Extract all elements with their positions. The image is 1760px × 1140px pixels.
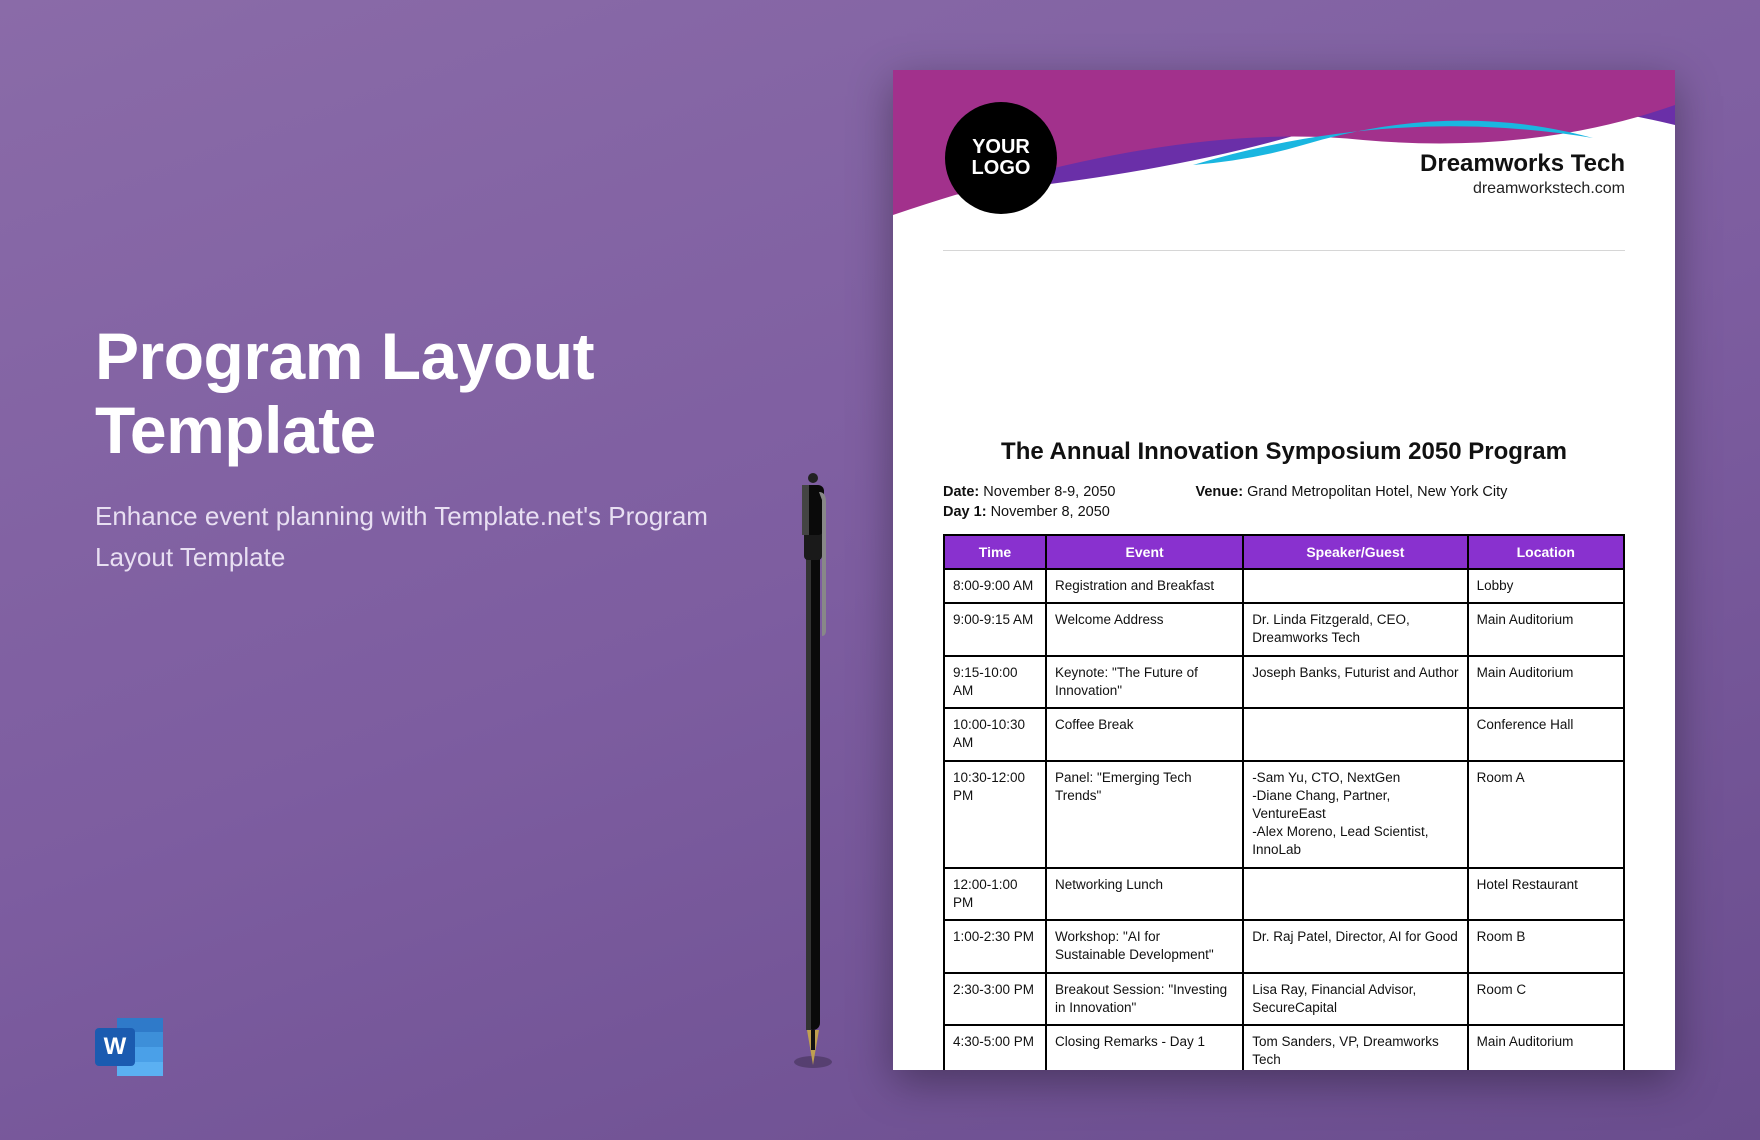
logo-placeholder: YOUR LOGO [945, 102, 1057, 214]
cell-location: Main Auditorium [1468, 1025, 1624, 1070]
cell-time: 10:00-10:30 AM [944, 708, 1046, 760]
cell-time: 8:00-9:00 AM [944, 569, 1046, 603]
cell-time: 2:30-3:00 PM [944, 973, 1046, 1025]
document-preview: YOUR LOGO Dreamworks Tech dreamworkstech… [893, 70, 1675, 1070]
svg-text:W: W [104, 1033, 127, 1060]
cell-speaker: -Sam Yu, CTO, NextGen -Diane Chang, Part… [1243, 761, 1467, 868]
cell-location: Conference Hall [1468, 708, 1624, 760]
th-time: Time [944, 535, 1046, 569]
table-row: 1:00-2:30 PMWorkshop: "AI for Sustainabl… [944, 920, 1624, 972]
meta-row-2: Day 1: November 8, 2050 [943, 504, 1625, 520]
date-label: Date: [943, 484, 979, 500]
header-divider [943, 250, 1625, 251]
th-location: Location [1468, 535, 1624, 569]
schedule-table: Time Event Speaker/Guest Location 8:00-9… [943, 534, 1625, 1070]
company-site: dreamworkstech.com [1420, 180, 1625, 198]
day-label: Day 1: [943, 504, 987, 520]
table-row: 2:30-3:00 PMBreakout Session: "Investing… [944, 973, 1624, 1025]
cell-speaker [1243, 868, 1467, 920]
cell-event: Networking Lunch [1046, 868, 1243, 920]
cell-event: Breakout Session: "Investing in Innovati… [1046, 973, 1243, 1025]
cell-speaker: Tom Sanders, VP, Dreamworks Tech [1243, 1025, 1467, 1070]
hero-subtitle: Enhance event planning with Template.net… [95, 496, 735, 579]
cell-location: Main Auditorium [1468, 656, 1624, 708]
cell-speaker [1243, 569, 1467, 603]
table-row: 10:00-10:30 AMCoffee Break Conference Hal… [944, 708, 1624, 760]
cell-location: Room B [1468, 920, 1624, 972]
cell-location: Room A [1468, 761, 1624, 868]
th-speaker: Speaker/Guest [1243, 535, 1467, 569]
document-title: The Annual Innovation Symposium 2050 Pro… [943, 438, 1625, 466]
cell-speaker [1243, 708, 1467, 760]
table-row: 4:30-5:00 PMClosing Remarks - Day 1Tom S… [944, 1025, 1624, 1070]
cell-speaker: Joseph Banks, Futurist and Author [1243, 656, 1467, 708]
company-name: Dreamworks Tech [1420, 150, 1625, 178]
table-row: 9:15-10:00 AMKeynote: "The Future of Inn… [944, 656, 1624, 708]
table-row: 8:00-9:00 AMRegistration and Breakfast Lo… [944, 569, 1624, 603]
hero-title: Program Layout Template [95, 320, 735, 468]
logo-line1: YOUR [972, 137, 1030, 158]
cell-event: Keynote: "The Future of Innovation" [1046, 656, 1243, 708]
cell-time: 1:00-2:30 PM [944, 920, 1046, 972]
cell-speaker: Dr. Raj Patel, Director, AI for Good [1243, 920, 1467, 972]
day-value: November 8, 2050 [991, 504, 1110, 520]
venue-value: Grand Metropolitan Hotel, New York City [1247, 484, 1507, 500]
cell-time: 12:00-1:00 PM [944, 868, 1046, 920]
cell-location: Lobby [1468, 569, 1624, 603]
cell-speaker: Dr. Linda Fitzgerald, CEO, Dreamworks Te… [1243, 603, 1467, 655]
date-value: November 8-9, 2050 [983, 484, 1115, 500]
cell-event: Welcome Address [1046, 603, 1243, 655]
document-header: YOUR LOGO Dreamworks Tech dreamworkstech… [893, 70, 1675, 240]
pen-decoration [792, 430, 834, 1070]
table-row: 10:30-12:00 PMPanel: "Emerging Tech Tren… [944, 761, 1624, 868]
cell-time: 9:15-10:00 AM [944, 656, 1046, 708]
hero-panel: Program Layout Template Enhance event pl… [95, 320, 735, 579]
meta-row-1: Date: November 8-9, 2050 Venue: Grand Me… [943, 484, 1625, 500]
table-row: 9:00-9:15 AMWelcome AddressDr. Linda Fit… [944, 603, 1624, 655]
cell-time: 4:30-5:00 PM [944, 1025, 1046, 1070]
th-event: Event [1046, 535, 1243, 569]
cell-speaker: Lisa Ray, Financial Advisor, SecureCapit… [1243, 973, 1467, 1025]
cell-event: Closing Remarks - Day 1 [1046, 1025, 1243, 1070]
cell-event: Registration and Breakfast [1046, 569, 1243, 603]
venue-label: Venue: [1195, 484, 1243, 500]
cell-event: Panel: "Emerging Tech Trends" [1046, 761, 1243, 868]
cell-event: Workshop: "AI for Sustainable Developmen… [1046, 920, 1243, 972]
cell-location: Hotel Restaurant [1468, 868, 1624, 920]
ms-word-icon: W [95, 1014, 167, 1080]
company-block: Dreamworks Tech dreamworkstech.com [1420, 150, 1625, 198]
cell-event: Coffee Break [1046, 708, 1243, 760]
cell-location: Room C [1468, 973, 1624, 1025]
document-body: The Annual Innovation Symposium 2050 Pro… [893, 240, 1675, 1070]
logo-line2: LOGO [972, 158, 1031, 179]
table-header-row: Time Event Speaker/Guest Location [944, 535, 1624, 569]
cell-location: Main Auditorium [1468, 603, 1624, 655]
table-row: 12:00-1:00 PMNetworking Lunch Hotel Resta… [944, 868, 1624, 920]
cell-time: 10:30-12:00 PM [944, 761, 1046, 868]
cell-time: 9:00-9:15 AM [944, 603, 1046, 655]
